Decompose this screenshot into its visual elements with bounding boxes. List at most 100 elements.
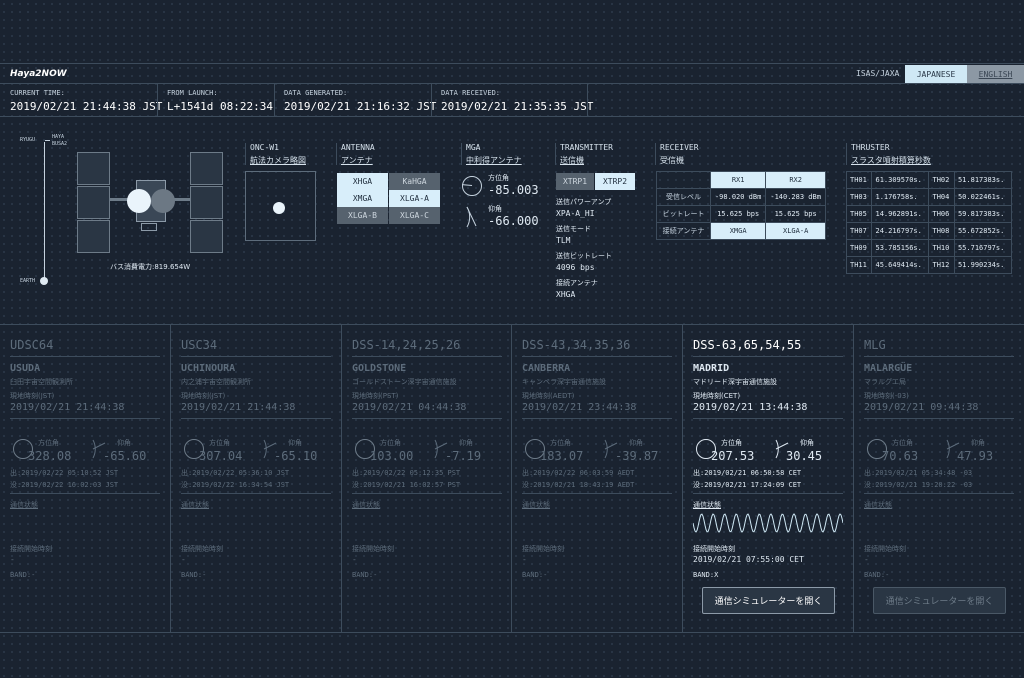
signal-waveform [693, 513, 843, 533]
station-name-jp: マラルグエ局 [864, 378, 906, 386]
lang-japanese-button[interactable]: JAPANESE [905, 65, 967, 83]
station-code: DSS-63,65,54,55 [693, 338, 802, 352]
open-simulator-button[interactable]: 通信シミュレーターを開く [702, 587, 835, 614]
divider [181, 418, 331, 419]
solar-panel [190, 152, 223, 185]
station-code: DSS-43,34,35,36 [522, 338, 631, 352]
solar-panel [77, 186, 110, 219]
set-time: 没:2019/02/21 18:43:19 AEDT [522, 481, 635, 489]
station-name-jp: マドリード深宇宙通信施設 [693, 378, 777, 386]
station-goldstone: DSS-14,24,25,26 GOLDSTONE ゴールドストーン深宇宙通信施… [342, 325, 512, 633]
solar-panel [77, 152, 110, 185]
time-cell-launch: FROM LAUNCH: L+1541d 08:22:34 [167, 89, 273, 113]
onc-title: ONC-W1 [250, 143, 279, 152]
elevation-label: 仰角 [629, 439, 643, 447]
comm-status-label: 通信状態 [10, 501, 38, 509]
comm-status-label: 通信状態 [352, 501, 380, 509]
azimuth-label: 方位角 [892, 439, 913, 447]
station-code: UDSC64 [10, 338, 54, 352]
times-bottom-border [0, 116, 1024, 117]
table-row: TH01 61.309570s. TH02 51.817383s. [845, 171, 1013, 189]
station-timezone: 現地時刻(-03) [864, 392, 909, 400]
mga-subtitle: 中利得アンテナ [466, 156, 522, 165]
table-row: RX1 RX2 [656, 171, 826, 189]
azimuth-gauge-icon [462, 176, 482, 196]
thruster-title: THRUSTER [851, 143, 890, 152]
code-underline [693, 356, 843, 357]
lang-english-button[interactable]: ENGLISH [967, 65, 1024, 83]
table-row: TH11 45.649414s. TH12 51.990234s. [845, 256, 1013, 274]
elevation-value: 47.93 [957, 449, 994, 463]
station-timezone: 現地時刻(PST) [352, 392, 399, 400]
divider [10, 493, 160, 494]
connect-start-value: 2019/02/21 07:55:00 CET [693, 555, 804, 564]
station-local-time: 2019/02/21 21:44:38 [10, 402, 125, 413]
mga-el-label: 仰角 [488, 205, 502, 213]
table-row: ビットレート 15.625 bps 15.625 bps [656, 205, 826, 223]
elevation-value: -39.87 [615, 449, 659, 463]
connect-start-value: - [10, 555, 15, 564]
section-marker [336, 143, 337, 165]
rise-time: 出:2019/02/21 05:34:48 -03 [864, 469, 973, 477]
table-row: TH09 53.785156s. TH10 55.716797s. [845, 239, 1013, 257]
ryugu-label: RYUGU [20, 137, 36, 143]
elevation-label: 仰角 [117, 439, 131, 447]
set-time: 没:2019/02/21 19:20:22 -03 [864, 481, 973, 489]
rise-time: 出:2019/02/22 05:12:35 PST [352, 469, 461, 477]
station-timezone: 現地時刻(JST) [181, 392, 226, 400]
time-divider [274, 84, 275, 116]
station-name: USUDA [10, 363, 41, 374]
station-usuda: UDSC64 USUDA 臼田宇宙空間観測所 現地時刻(JST) 2019/02… [0, 325, 170, 633]
bus-power: バス消費電力:819.654W [110, 263, 191, 271]
time-cell-current: CURRENT TIME: 2019/02/21 21:44:38 JST [10, 89, 163, 113]
transmitter-subtitle: 送信機 [560, 156, 584, 165]
set-time: 没:2019/02/22 16:34:54 JST [181, 481, 290, 489]
connect-start-label: 接続開始時刻 [693, 545, 735, 553]
azimuth-label: 方位角 [550, 439, 571, 447]
code-underline [352, 356, 502, 357]
station-timezone: 現地時刻(AEDT) [522, 392, 575, 400]
azimuth-value: 207.53 [711, 449, 755, 463]
section-marker [461, 143, 462, 165]
connect-start-label: 接続開始時刻 [10, 545, 52, 553]
station-madrid: DSS-63,65,54,55 MADRID マドリード深宇宙通信施設 現地時刻… [683, 325, 853, 633]
open-simulator-button[interactable]: 通信シミュレーターを開く [873, 587, 1006, 614]
antenna-chip-xlga-b: XLGA-B [337, 207, 388, 224]
rise-time: 出:2019/02/22 06:03:59 AEDT [522, 469, 635, 477]
connect-start-value: - [352, 555, 357, 564]
transmitter-chip-xtrp2: XTRP2 [595, 173, 635, 190]
section-marker [846, 143, 847, 165]
station-local-time: 2019/02/21 23:44:38 [522, 402, 637, 413]
set-time: 没:2019/02/21 16:02:57 PST [352, 481, 461, 489]
onc-subtitle: 航法カメラ略図 [250, 156, 306, 165]
station-code: USC34 [181, 338, 218, 352]
divider [522, 493, 672, 494]
earth-marker [40, 277, 48, 285]
code-underline [181, 356, 331, 357]
station-canberra: DSS-43,34,35,36 CANBERRA キャンベラ深宇宙通信施設 現地… [512, 325, 682, 633]
mga-el-value: -66.000 [488, 214, 539, 228]
mga-az-label: 方位角 [488, 174, 509, 182]
station-name: MALARGÜE [864, 363, 913, 374]
elevation-label: 仰角 [800, 439, 814, 447]
station-name-jp: キャンベラ深宇宙通信施設 [522, 378, 606, 386]
solar-panel [190, 220, 223, 253]
band-label: BAND:- [181, 571, 207, 579]
station-name-jp: ゴールドストーン深宇宙通信施設 [352, 378, 457, 386]
azimuth-label: 方位角 [38, 439, 59, 447]
time-cell-received: DATA RECEIVED: 2019/02/21 21:35:35 JST [441, 89, 594, 113]
station-local-time: 2019/02/21 09:44:38 [864, 402, 979, 413]
band-label: BAND:- [522, 571, 548, 579]
station-name: GOLDSTONE [352, 363, 407, 374]
comm-status-label: 通信状態 [864, 501, 892, 509]
station-name-jp: 臼田宇宙空間観測所 [10, 378, 73, 386]
busa2-label: BUSA2 [52, 141, 68, 147]
connect-start-label: 接続開始時刻 [864, 545, 906, 553]
azimuth-label: 方位角 [209, 439, 230, 447]
time-divider [157, 84, 158, 116]
connect-start-value: - [181, 555, 186, 564]
receiver-title: RECEIVER [660, 143, 699, 152]
haya-label: HAYA [52, 134, 65, 140]
divider [352, 418, 502, 419]
connect-start-value: - [864, 555, 869, 564]
